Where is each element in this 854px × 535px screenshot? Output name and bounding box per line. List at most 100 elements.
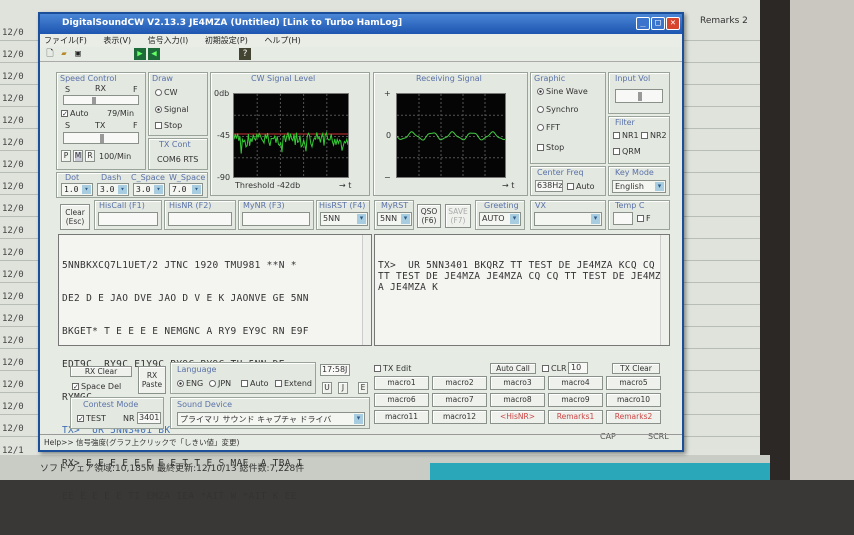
sine-wave-radio[interactable]: Sine Wave <box>537 87 588 96</box>
rx-line: BKGET* T E E E E NEMGNC A RY9 EY9C RN E9… <box>62 326 309 337</box>
save-button[interactable]: SAVE (F7) <box>445 204 471 228</box>
macro-button[interactable]: macro7 <box>432 393 487 407</box>
menu-help[interactable]: ヘルプ(H) <box>264 36 300 45</box>
draw-cw-radio[interactable]: CW <box>155 88 178 97</box>
e-button[interactable]: E <box>358 382 368 394</box>
rx-speed-slider[interactable] <box>63 95 139 105</box>
extend-checkbox[interactable]: Extend <box>275 379 312 388</box>
hiscall-input[interactable] <box>98 212 158 226</box>
macro-button[interactable]: macro10 <box>606 393 661 407</box>
cspace-select[interactable]: 3.0 ▾ <box>133 183 165 196</box>
input-vol-slider[interactable] <box>615 89 663 103</box>
dot-select[interactable]: 1.0 ▾ <box>61 183 93 196</box>
maximize-button[interactable]: □ <box>651 17 665 30</box>
clr-checkbox[interactable]: CLR <box>542 364 567 373</box>
save-icon[interactable]: ▣ <box>72 48 84 60</box>
cw-signal-label: CW Signal Level <box>251 74 316 83</box>
nr-input[interactable]: 3401 <box>137 412 161 424</box>
eng-radio[interactable]: ENG <box>177 379 203 388</box>
sound-device-select[interactable]: プライマリ サウンド キャプチャ ドライバ ▾ <box>177 412 365 426</box>
rx-paste-button[interactable]: RX Paste <box>138 366 166 394</box>
macro-button[interactable]: macro1 <box>374 376 429 390</box>
r-button[interactable]: R <box>85 150 95 162</box>
qrm-checkbox[interactable]: QRM <box>613 147 641 156</box>
graphic-stop-checkbox[interactable]: Stop <box>537 143 564 152</box>
clear-button[interactable]: Clear (Esc) <box>60 204 90 230</box>
macro-button[interactable]: macro4 <box>548 376 603 390</box>
macro-button[interactable]: macro6 <box>374 393 429 407</box>
cw-signal-plot[interactable] <box>233 93 349 178</box>
menu-file[interactable]: ファイル(F) <box>44 36 87 45</box>
input-vol-label: Input Vol <box>615 74 651 83</box>
menu-settings[interactable]: 初期設定(P) <box>205 36 248 45</box>
wspace-select[interactable]: 7.0 ▾ <box>169 183 203 196</box>
temp-f-checkbox[interactable]: F <box>637 214 651 223</box>
p-button[interactable]: P <box>61 150 71 162</box>
minimize-button[interactable]: _ <box>636 17 650 30</box>
lang-auto-checkbox[interactable]: Auto <box>241 379 269 388</box>
draw-signal-radio[interactable]: Signal <box>155 105 189 114</box>
hisnr-label: HisNR (F2) <box>169 201 212 210</box>
contest-mode-label: Contest Mode <box>83 400 139 409</box>
cw-y-mid: -45 <box>217 131 231 140</box>
macro-button[interactable]: macro11 <box>374 410 429 424</box>
window-title: DigitalSoundCW V2.13.3 JE4MZA (Untitled)… <box>62 18 403 28</box>
clr-spinner[interactable]: 10 <box>568 362 588 374</box>
macro-button[interactable]: macro8 <box>490 393 545 407</box>
myrst-label: MyRST <box>381 201 409 210</box>
macro-button[interactable]: macro12 <box>432 410 487 424</box>
rx-scrollbar[interactable] <box>362 235 371 345</box>
menu-input[interactable]: 信号入力(I) <box>148 36 189 45</box>
nr1-checkbox[interactable]: NR1 <box>613 131 639 140</box>
tx-clear-button[interactable]: TX Clear <box>612 363 660 374</box>
nr2-checkbox[interactable]: NR2 <box>641 131 667 140</box>
test-checkbox[interactable]: ✓ TEST <box>77 414 106 423</box>
tx-text-area[interactable]: TX> UR 5NN3401 BKQRZ TT TEST DE JE4MZA K… <box>374 234 670 346</box>
dash-select[interactable]: 3.0 ▾ <box>97 183 129 196</box>
play-forward-icon[interactable]: ▶ <box>134 48 146 60</box>
rs-x-axis-label: → t <box>502 181 515 190</box>
mynr-input[interactable] <box>242 212 310 226</box>
open-folder-icon[interactable]: ▰ <box>58 48 70 60</box>
macro-button[interactable]: macro3 <box>490 376 545 390</box>
hisnr-input[interactable] <box>168 212 232 226</box>
hisrst-select[interactable]: 5NN ▾ <box>320 212 368 226</box>
synchro-radio[interactable]: Synchro <box>537 105 578 114</box>
m-button[interactable]: M <box>73 150 83 162</box>
macro-button[interactable]: Remarks2 <box>606 410 661 424</box>
new-file-icon[interactable]: 🗋 <box>44 48 56 60</box>
temp-input[interactable] <box>613 212 633 225</box>
macro-button[interactable]: macro9 <box>548 393 603 407</box>
center-freq-value[interactable]: 638Hz <box>535 180 563 192</box>
title-bar[interactable]: DigitalSoundCW V2.13.3 JE4MZA (Untitled)… <box>40 14 682 34</box>
vx-select[interactable]: ▾ <box>534 212 602 226</box>
tx-speed-slider[interactable] <box>63 132 139 144</box>
jpn-radio[interactable]: JPN <box>209 379 231 388</box>
close-button[interactable]: ✕ <box>666 17 680 30</box>
tx-scrollbar[interactable] <box>660 235 669 345</box>
fft-radio[interactable]: FFT <box>537 123 560 132</box>
rx-clear-button[interactable]: RX Clear <box>70 366 132 377</box>
center-freq-auto-checkbox[interactable]: Auto <box>567 182 595 191</box>
help-icon[interactable]: ? <box>239 48 251 60</box>
myrst-select[interactable]: 5NN ▾ <box>377 212 412 226</box>
u-button[interactable]: U <box>322 382 332 394</box>
macro-button[interactable]: macro2 <box>432 376 487 390</box>
tx-edit-checkbox[interactable]: TX Edit <box>374 364 411 373</box>
draw-stop-checkbox[interactable]: Stop <box>155 121 182 130</box>
macro-button[interactable]: macro5 <box>606 376 661 390</box>
macro-button[interactable]: Remarks1 <box>548 410 603 424</box>
rx-slow-label: S <box>65 85 71 94</box>
macro-button[interactable]: <HisNR> <box>490 410 545 424</box>
qso-button[interactable]: QSO (F6) <box>417 204 441 228</box>
play-back-icon[interactable]: ◀ <box>148 48 160 60</box>
space-del-checkbox[interactable]: ✓ Space Del <box>72 382 121 391</box>
j-button[interactable]: J <box>338 382 348 394</box>
menu-view[interactable]: 表示(V) <box>103 36 131 45</box>
auto-checkbox[interactable]: ✓ <box>61 110 68 118</box>
greeting-select[interactable]: AUTO ▾ <box>479 212 521 226</box>
rx-text-area[interactable]: 5NNBKXCQ7L1UET/2 JTNC 1920 TMU981 **N * … <box>58 234 372 502</box>
auto-call-button[interactable]: Auto Call <box>490 363 536 374</box>
draw-label: Draw <box>152 74 173 83</box>
key-mode-select[interactable]: English ▾ <box>612 180 666 193</box>
